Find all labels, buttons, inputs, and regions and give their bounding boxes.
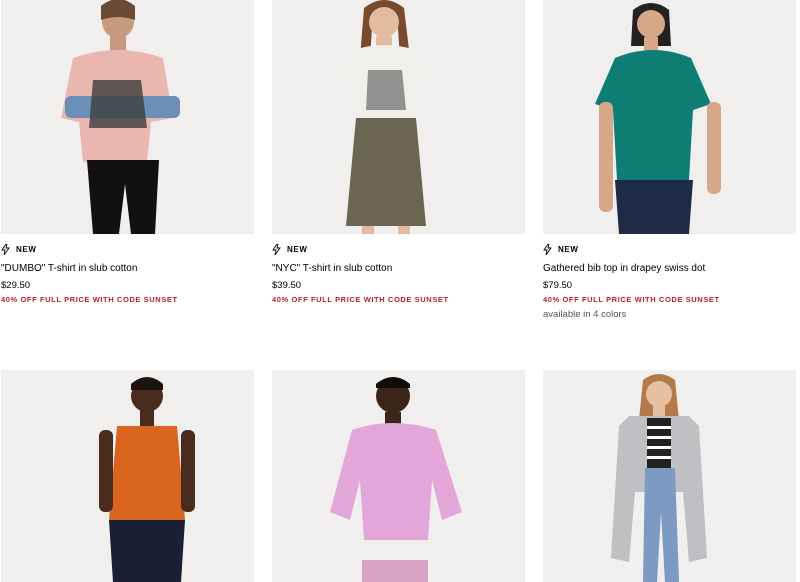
product-name[interactable]: "NYC" T-shirt in slub cotton	[272, 263, 525, 275]
product-image[interactable]	[1, 370, 254, 582]
model-photo	[99, 377, 195, 582]
new-badge: NEW	[543, 243, 796, 255]
product-card[interactable]: NEW "DUMBO" T-shirt in slub cotton $29.5…	[1, 0, 254, 304]
product-price: $39.50	[272, 280, 302, 291]
model-photo	[611, 374, 707, 582]
model-photo	[340, 0, 430, 234]
product-card[interactable]	[272, 370, 525, 582]
product-card[interactable]	[1, 370, 254, 582]
product-price: $29.50	[1, 280, 31, 291]
product-image[interactable]	[543, 370, 796, 582]
product-name[interactable]: "DUMBO" T-shirt in slub cotton	[1, 263, 254, 275]
promo-text: 40% OFF FULL PRICE WITH CODE SUNSET	[543, 295, 720, 304]
product-image[interactable]	[272, 370, 525, 582]
new-badge: NEW	[272, 243, 525, 255]
product-image[interactable]	[272, 0, 525, 234]
product-card[interactable]	[543, 370, 796, 582]
badge-label: NEW	[287, 244, 308, 254]
product-card[interactable]: NEW Gathered bib top in drapey swiss dot…	[543, 0, 796, 320]
badge-label: NEW	[558, 244, 579, 254]
promo-text: 40% OFF FULL PRICE WITH CODE SUNSET	[272, 295, 449, 304]
product-name[interactable]: Gathered bib top in drapey swiss dot	[543, 263, 796, 275]
lightning-icon	[543, 243, 552, 255]
product-card[interactable]: NEW "NYC" T-shirt in slub cotton $39.50 …	[272, 0, 525, 304]
product-price: $79.50	[543, 280, 573, 291]
product-image[interactable]	[1, 0, 254, 234]
lightning-icon	[272, 243, 281, 255]
new-badge: NEW	[1, 243, 254, 255]
model-photo	[330, 377, 462, 582]
lightning-icon	[1, 243, 10, 255]
product-image[interactable]	[543, 0, 796, 234]
promo-text: 40% OFF FULL PRICE WITH CODE SUNSET	[1, 295, 178, 304]
model-photo	[61, 0, 180, 234]
color-count[interactable]: available in 4 colors	[543, 309, 796, 320]
model-photo	[595, 3, 721, 234]
badge-label: NEW	[16, 244, 37, 254]
